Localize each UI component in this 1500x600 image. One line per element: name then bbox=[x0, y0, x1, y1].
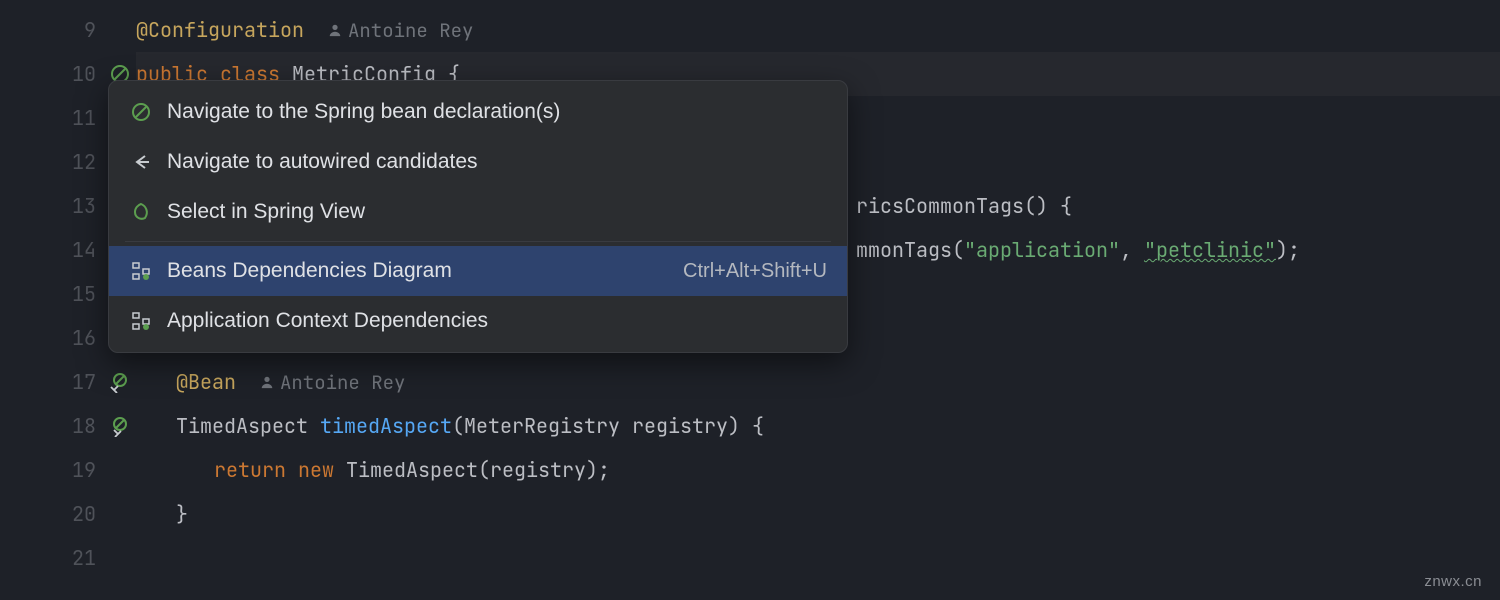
popup-item-label: Application Context Dependencies bbox=[167, 309, 827, 333]
line-number: 14 bbox=[72, 237, 96, 263]
popup-item-autowired[interactable]: Navigate to autowired candidates bbox=[109, 137, 847, 187]
line-number: 9 bbox=[84, 17, 96, 43]
popup-item-context-deps[interactable]: Application Context Dependencies bbox=[109, 296, 847, 346]
watermark: znwx.cn bbox=[1424, 573, 1482, 590]
line-number: 20 bbox=[72, 501, 96, 527]
popup-item-label: Beans Dependencies Diagram bbox=[167, 259, 683, 283]
code-line: return new TimedAspect(registry); bbox=[136, 448, 1500, 492]
arrow-left-icon bbox=[129, 150, 153, 174]
author-hint: Antoine Rey bbox=[328, 18, 473, 43]
gutter: 9 10 11 12 13 14 15 16 17 18 bbox=[0, 0, 110, 600]
line-number: 10 bbox=[72, 61, 96, 87]
line-number: 17 bbox=[72, 369, 96, 395]
spring-bean-gutter-icon[interactable] bbox=[110, 416, 130, 436]
popup-divider bbox=[125, 241, 831, 242]
code-line: @Configuration Antoine Rey bbox=[136, 8, 1500, 52]
circle-slash-icon bbox=[129, 100, 153, 124]
line-number: 15 bbox=[72, 281, 96, 307]
line-number: 21 bbox=[72, 545, 96, 571]
line-number: 13 bbox=[72, 193, 96, 219]
popup-item-shortcut: Ctrl+Alt+Shift+U bbox=[683, 260, 827, 283]
popup-item-beans-diagram[interactable]: Beans Dependencies Diagram Ctrl+Alt+Shif… bbox=[109, 246, 847, 296]
line-number: 12 bbox=[72, 149, 96, 175]
person-icon bbox=[328, 23, 342, 37]
spring-leaf-icon bbox=[129, 200, 153, 224]
popup-item-label: Navigate to the Spring bean declaration(… bbox=[167, 100, 827, 124]
popup-item-label: Navigate to autowired candidates bbox=[167, 150, 827, 174]
line-number: 11 bbox=[72, 105, 96, 131]
line-number: 19 bbox=[72, 457, 96, 483]
code-line: } bbox=[136, 492, 1500, 536]
code-line: @Bean Antoine Rey bbox=[136, 360, 1500, 404]
popup-item-navigate-bean[interactable]: Navigate to the Spring bean declaration(… bbox=[109, 87, 847, 137]
popup-item-label: Select in Spring View bbox=[167, 200, 827, 224]
line-number: 18 bbox=[72, 413, 96, 439]
person-icon bbox=[260, 375, 274, 389]
spring-bean-gutter-icon[interactable] bbox=[110, 372, 130, 392]
diagram-icon bbox=[129, 309, 153, 333]
gutter-popup: Navigate to the Spring bean declaration(… bbox=[108, 80, 848, 353]
line-number: 16 bbox=[72, 325, 96, 351]
code-line bbox=[136, 536, 1500, 580]
code-line: TimedAspect timedAspect ( MeterRegistry … bbox=[136, 404, 1500, 448]
diagram-icon bbox=[129, 259, 153, 283]
popup-item-spring-view[interactable]: Select in Spring View bbox=[109, 187, 847, 237]
annotation: @Configuration bbox=[136, 17, 304, 43]
author-hint: Antoine Rey bbox=[260, 370, 405, 395]
